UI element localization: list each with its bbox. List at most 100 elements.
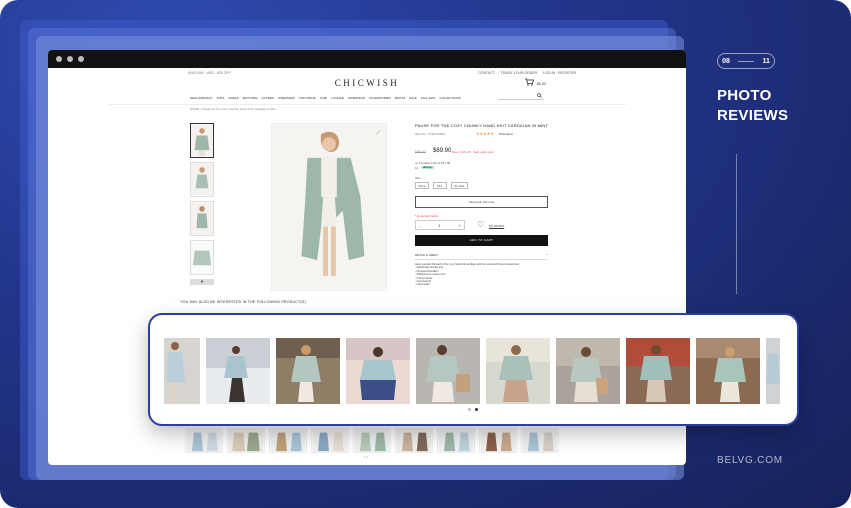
locale-currency[interactable]: ENGLISH · USD · $20 OFF <box>188 71 231 75</box>
review-photo[interactable] <box>486 338 550 404</box>
pager-current: 08 <box>722 57 730 65</box>
menu-item[interactable]: SALE <box>409 96 417 100</box>
carousel-dot-active[interactable] <box>475 408 478 411</box>
pager-divider <box>738 60 755 62</box>
carousel-dot[interactable] <box>468 408 471 411</box>
review-photo[interactable] <box>626 338 690 404</box>
heading-line: REVIEWS <box>717 107 789 124</box>
item-number: Item No.: T190731003 <box>415 132 445 136</box>
search-icon[interactable] <box>537 93 542 100</box>
reviews-link[interactable]: 8 Reviews <box>499 132 513 136</box>
slide-pager: 08 11 <box>717 53 775 69</box>
qty-plus-button[interactable]: + <box>459 223 461 228</box>
window-dot-icon[interactable] <box>78 56 84 62</box>
menu-item[interactable]: LOUNGE <box>331 96 344 100</box>
browser-titlebar <box>48 50 686 68</box>
description-line: - Hand wash <box>415 283 430 287</box>
review-photo[interactable] <box>164 338 200 404</box>
menu-item[interactable]: BOOTS <box>395 96 406 100</box>
product-thumbnail[interactable] <box>190 201 214 236</box>
size-option-xs-s[interactable]: XS-S <box>415 182 429 189</box>
review-photo[interactable] <box>766 338 780 404</box>
qty-value[interactable]: 1 <box>438 223 440 228</box>
review-photos-row <box>164 338 780 404</box>
review-photo[interactable] <box>206 338 270 404</box>
menu-item[interactable]: DRESS <box>228 96 238 100</box>
menu-item[interactable]: BOTTOMS <box>243 96 258 100</box>
menu-item[interactable]: COLLECTIONS <box>439 96 460 100</box>
product-thumbnail[interactable] <box>190 123 214 158</box>
product-title: PAUSE FOR THE COZY CHUNKY HAND KNIT CARD… <box>415 123 549 128</box>
related-product-image[interactable] <box>437 428 475 453</box>
cart-amount[interactable]: $0.00 <box>537 82 546 86</box>
review-photo[interactable] <box>556 338 620 404</box>
menu-item[interactable]: FALL EDIT <box>421 96 436 100</box>
thumbnail-list: ▼ <box>190 123 214 285</box>
related-product-image[interactable] <box>479 428 517 453</box>
store-logo[interactable]: CHICWISH <box>48 78 686 88</box>
review-photo[interactable] <box>696 338 760 404</box>
wishlist-link[interactable]: My Wishlist <box>489 224 504 228</box>
quantity-stepper[interactable]: - 1 + <box>415 220 465 230</box>
add-to-cart-button[interactable]: ADD TO CART <box>415 235 548 246</box>
savings-text: Save: 21% off · Sale ends soon <box>452 150 494 154</box>
original-price: $88.90 <box>415 150 426 154</box>
related-product-image[interactable] <box>395 428 433 453</box>
main-product-image[interactable] <box>271 123 387 291</box>
review-carousel-dots <box>468 408 478 411</box>
related-product-image[interactable] <box>521 428 559 453</box>
menu-item[interactable]: OUTERS <box>262 96 275 100</box>
size-option-m-l[interactable]: M-L <box>433 182 447 189</box>
review-photo[interactable] <box>416 338 480 404</box>
slide-heading: PHOTO REVIEWS <box>717 86 788 126</box>
review-photo[interactable] <box>276 338 340 404</box>
related-product-image[interactable] <box>227 428 265 453</box>
contact-link[interactable]: CONTACT <box>478 71 495 75</box>
menu-item[interactable]: ACCESSORIES <box>369 96 391 100</box>
details-label: DETAIL & SIZES <box>415 253 438 257</box>
photo-reviews-carousel <box>148 313 799 426</box>
required-fields-note: * Required Fields <box>415 214 439 218</box>
cart-icon[interactable] <box>525 78 535 88</box>
review-photo[interactable] <box>346 338 410 404</box>
find-size-button[interactable]: Find your size now <box>415 196 548 208</box>
related-product-image[interactable] <box>353 428 391 453</box>
slide-background: ENGLISH · USD · $20 OFF CONTACT TRACK YO… <box>0 0 851 508</box>
afterpay-badge[interactable]: afterpay <box>421 166 435 169</box>
rating-stars-icon[interactable]: ★★★★★ <box>476 131 494 136</box>
menu-item[interactable]: SWEATERS <box>278 96 295 100</box>
menu-item[interactable]: SWIMWEAR <box>348 96 365 100</box>
main-menu: NEW ARRIVALS TOPS DRESS BOTTOMS OUTERS S… <box>190 96 461 100</box>
sale-price: $69.90 <box>433 148 452 154</box>
related-product-image[interactable] <box>269 428 307 453</box>
menu-item[interactable]: CAMI <box>320 96 328 100</box>
installments-by: by <box>415 166 419 170</box>
related-product-image[interactable] <box>185 428 223 453</box>
header-divider <box>108 104 626 105</box>
track-order-link[interactable]: TRACK YOUR ORDER <box>501 71 538 75</box>
related-products-row <box>185 428 559 453</box>
window-dot-icon[interactable] <box>67 56 73 62</box>
product-thumbnail[interactable] <box>190 240 214 275</box>
menu-item[interactable]: TWO-PIECE <box>299 96 316 100</box>
window-dot-icon[interactable] <box>56 56 62 62</box>
heart-icon[interactable]: ♡ <box>477 220 484 229</box>
qty-minus-button[interactable]: - <box>419 223 420 228</box>
thumbnail-scroll-down-icon[interactable]: ▼ <box>190 279 214 285</box>
size-label: Size <box>415 176 421 180</box>
related-products-heading: YOU MAY ALSO BE INTERESTED IN THE FOLLOW… <box>180 300 306 304</box>
related-product-image[interactable] <box>311 428 349 453</box>
menu-item[interactable]: TOPS <box>216 96 224 100</box>
pager-total: 11 <box>762 57 770 65</box>
menu-item[interactable]: NEW ARRIVALS <box>190 96 212 100</box>
breadcrumb[interactable]: HOME > Pause for the Cozy Chunky Hand Kn… <box>190 107 276 111</box>
chevron-up-icon[interactable]: ^ <box>547 253 548 257</box>
product-thumbnail[interactable] <box>190 162 214 197</box>
size-option-xl-xxl[interactable]: XL-XXL <box>451 182 468 189</box>
login-link[interactable]: LOG IN · REGISTER <box>543 71 576 75</box>
carousel-dots[interactable]: • • <box>364 454 368 459</box>
installments-text: or 4 installments of $17.48 <box>415 161 451 165</box>
brand-name: BELVG.COM <box>717 455 783 466</box>
details-accordion[interactable]: DETAIL & SIZES ^ <box>415 253 548 260</box>
product-description: Have yourself dressed in this cozy hand-… <box>415 263 548 287</box>
